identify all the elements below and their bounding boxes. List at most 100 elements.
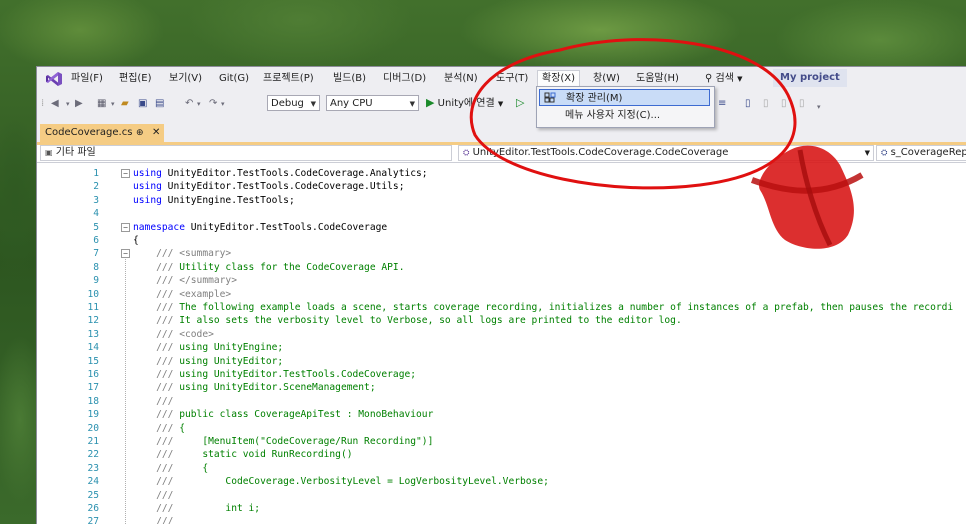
code-line[interactable]: 12 /// It also sets the verbosity level … [37,314,966,327]
search-button[interactable]: ⚲ 검색 ▼ [705,71,743,87]
forward-navigation-icon[interactable]: ▶ [75,96,83,112]
collapse-region-icon[interactable]: − [121,249,130,259]
attach-unity-button[interactable]: ▶ Unity에 연결 ▼ [426,95,503,111]
code-line[interactable]: 14 /// using UnityEngine; [37,341,966,354]
code-line[interactable]: 26 /// int i; [37,502,966,515]
project-selector[interactable]: ▣ 기타 파일 [40,145,452,161]
code-line[interactable]: 6{ [37,234,966,247]
chevron-down-icon: ▼ [310,100,316,108]
code-line[interactable]: 24 /// CodeCoverage.VerbosityLevel = Log… [37,475,966,488]
new-project-dropdown-icon[interactable]: ▾ [111,96,115,112]
line-number: 8 [93,261,99,273]
collapse-region-icon[interactable]: − [121,169,130,178]
menu-git[interactable]: Git(G) [215,71,253,87]
line-number: 17 [87,382,99,394]
menu-edit[interactable]: 편집(E) [115,71,156,87]
solution-configuration-select[interactable]: Debug ▼ [267,95,320,111]
play-icon: ▶ [426,96,435,109]
manage-extensions-menu-item[interactable]: 확장 관리(M) [539,89,710,106]
menu-build[interactable]: 빌드(B) [329,71,370,87]
menu-view[interactable]: 보기(V) [165,71,206,87]
menu-analyze[interactable]: 분석(N) [440,71,482,87]
line-number: 25 [87,489,99,501]
redo-icon[interactable]: ↷ [209,96,217,112]
prev-bookmark-icon[interactable]: ▯ [763,96,769,112]
tab-codecoverage[interactable]: CodeCoverage.cs ⊕ ✕ [40,124,164,142]
code-line[interactable]: 21 /// [MenuItem("CodeCoverage/Run Recor… [37,435,966,448]
code-text: using UnityEngine.TestTools; [133,194,295,206]
menu-window[interactable]: 창(W) [589,71,624,87]
code-line[interactable]: 25 /// [37,489,966,502]
play-outline-icon: ▷ [516,96,525,109]
close-icon[interactable]: ✕ [152,124,160,142]
undo-icon[interactable]: ↶ [185,96,193,112]
save-icon[interactable]: ▣ [138,96,147,112]
code-line[interactable]: 19 /// public class CoverageApiTest : Mo… [37,408,966,421]
code-line[interactable]: 15 /// using UnityEditor; [37,355,966,368]
toolbar-overflow-icon[interactable]: ▾ [817,99,821,115]
next-bookmark-icon[interactable]: ▯ [781,96,787,112]
customize-menu-item[interactable]: 메뉴 사용자 지정(C)... [539,107,710,124]
menu-tools[interactable]: 도구(T) [492,71,532,87]
start-without-debugging-button[interactable]: ▷ [516,95,524,111]
redo-dropdown-icon[interactable]: ▾ [221,96,225,112]
code-text: /// using UnityEngine; [156,342,284,354]
customize-menu-label: 메뉴 사용자 지정(C)... [565,110,661,121]
menu-help[interactable]: 도움말(H) [632,71,683,87]
code-line[interactable]: 22 /// static void RunRecording() [37,448,966,461]
pin-icon[interactable]: ⊕ [136,124,144,142]
code-line[interactable]: 16 /// using UnityEditor.TestTools.CodeC… [37,368,966,381]
member-selector[interactable]: ⛭ s_CoverageReport [876,145,966,161]
project-name-badge[interactable]: My project [773,69,847,87]
code-text: /// [156,489,174,501]
line-number: 11 [87,302,99,313]
collapse-region-icon[interactable]: − [121,222,130,232]
save-all-icon[interactable]: ▤ [155,96,164,112]
csharp-file-icon: ▣ [45,148,53,157]
bookmark-icon[interactable]: ▯ [745,96,751,112]
code-line[interactable]: 17 /// using UnityEditor.SceneManagement… [37,381,966,394]
code-line[interactable]: 1 − using UnityEditor.TestTools.CodeCovera… [37,167,966,180]
line-number: 19 [87,409,99,421]
code-line[interactable]: 10 /// <example> [37,288,966,301]
member-selector-value: s_CoverageReport [890,147,966,158]
clear-bookmarks-icon[interactable]: ▯ [799,96,805,112]
manage-extensions-label: 확장 관리(M) [566,93,623,104]
code-line[interactable]: 4 [37,207,966,220]
code-text: /// { [156,422,185,434]
menu-project[interactable]: 프로젝트(P) [259,71,318,87]
code-text: /// [156,395,174,407]
code-line[interactable]: 7 − /// <summary> [37,247,966,260]
code-editor[interactable]: 1− using UnityEditor.TestTools.CodeCovera… [37,163,966,524]
visual-studio-logo-icon[interactable] [45,71,63,87]
back-dropdown-icon[interactable]: ▾ [66,96,70,112]
code-line[interactable]: 8 /// Utility class for the CodeCoverage… [37,261,966,274]
line-number: 10 [87,288,99,300]
menu-debug[interactable]: 디버그(D) [379,71,430,87]
code-text: using UnityEditor.TestTools.CodeCoverage… [133,181,405,193]
code-line[interactable]: 23 /// { [37,462,966,475]
code-line[interactable]: 3 using UnityEngine.TestTools; [37,194,966,207]
code-line[interactable]: 11 /// The following example loads a sce… [37,301,966,314]
code-line[interactable]: 2 using UnityEditor.TestTools.CodeCoverag… [37,180,966,193]
extensions-dropdown-menu: 확장 관리(M) 메뉴 사용자 지정(C)... [536,86,715,128]
code-text: /// [MenuItem("CodeCoverage/Run Recordin… [156,436,434,447]
menu-file[interactable]: 파일(F) [67,71,107,87]
code-text: /// <example> [156,288,232,300]
code-line[interactable]: 9 /// </summary> [37,274,966,287]
code-text: /// Utility class for the CodeCoverage A… [156,261,405,273]
solution-platform-select[interactable]: Any CPU ▼ [326,95,419,111]
type-selector[interactable]: ⛭ UnityEditor.TestTools.CodeCoverage.Cod… [458,145,874,161]
new-project-icon[interactable]: ▦ [97,96,106,112]
code-line[interactable]: 13 /// <code> [37,328,966,341]
back-navigation-icon[interactable]: ◀ [51,96,59,112]
code-line[interactable]: 18 /// [37,395,966,408]
code-line[interactable]: 5 − namespace UnityEditor.TestTools.CodeCo… [37,221,966,234]
code-line[interactable]: 20 /// { [37,422,966,435]
line-number: 12 [87,315,99,327]
open-folder-icon[interactable]: ▰ [121,96,129,112]
solution-configuration-value: Debug [271,98,304,109]
undo-dropdown-icon[interactable]: ▾ [197,96,201,112]
menu-bar: 파일(F) 편집(E) 보기(V) Git(G) 프로젝트(P) 빌드(B) 디… [37,67,966,91]
format-icon[interactable]: ≡ [718,96,726,112]
